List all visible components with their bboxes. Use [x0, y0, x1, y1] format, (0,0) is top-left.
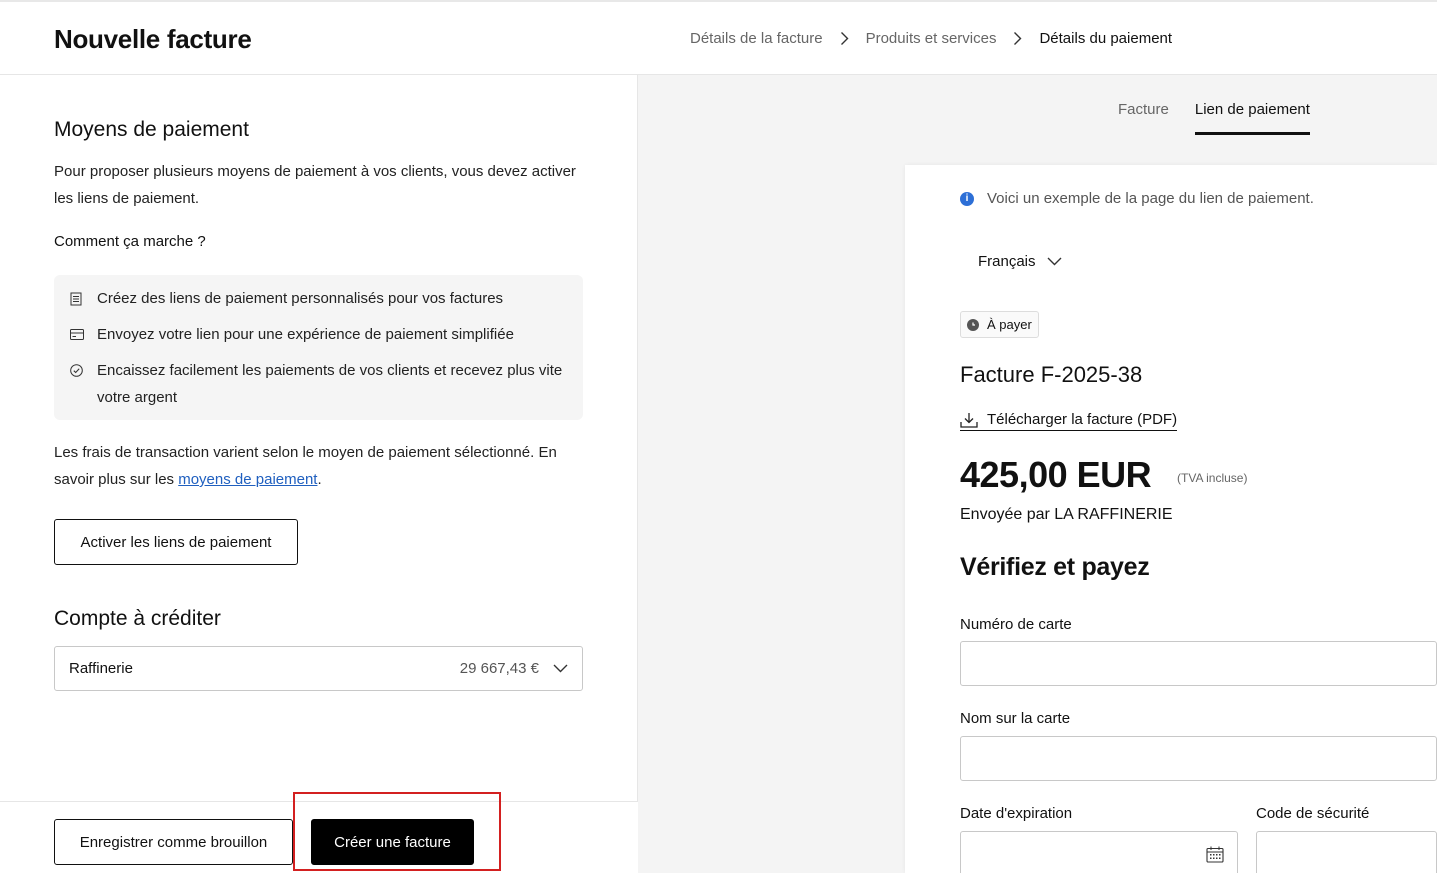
payment-methods-link[interactable]: moyens de paiement	[178, 471, 317, 488]
card-number-label: Numéro de carte	[960, 616, 1072, 633]
status-badge: À payer	[960, 311, 1039, 338]
download-icon	[960, 412, 978, 428]
breadcrumb: Détails de la facture Produits et servic…	[690, 30, 1172, 47]
payment-methods-title: Moyens de paiement	[54, 118, 249, 141]
chevron-right-icon	[1013, 31, 1022, 46]
footer: Enregistrer comme brouillon Créer une fa…	[0, 801, 638, 873]
create-invoice-button[interactable]: Créer une facture	[311, 819, 474, 865]
account-balance: 29 667,43 €	[459, 660, 539, 677]
left-panel: Moyens de paiement Pour proposer plusieu…	[0, 75, 638, 873]
step-text: Créez des liens de paiement personnalisé…	[97, 290, 504, 307]
download-text: Télécharger la facture (PDF)	[987, 411, 1178, 428]
fees-text-end: .	[317, 471, 322, 488]
right-panel: Facture Lien de paiement i Voici un exem…	[638, 75, 1437, 873]
tab-payment-link[interactable]: Lien de paiement	[1194, 101, 1310, 135]
chevron-down-icon	[553, 664, 568, 673]
clock-icon	[967, 318, 979, 331]
list-item: Envoyez votre lien pour une expérience d…	[70, 321, 567, 348]
account-select[interactable]: Raffinerie 29 667,43 €	[54, 646, 583, 691]
step-text: Encaissez facilement les paiements de vo…	[97, 362, 563, 406]
activate-payment-links-button[interactable]: Activer les liens de paiement	[54, 519, 298, 565]
invoice-title: Facture F-2025-38	[960, 362, 1143, 387]
breadcrumb-payment-details[interactable]: Détails du paiement	[1039, 30, 1172, 47]
download-pdf-link[interactable]: Télécharger la facture (PDF)	[960, 411, 1178, 431]
header: Nouvelle facture Détails de la facture P…	[0, 2, 1437, 75]
invoice-sender: Envoyée par LA RAFFINERIE	[960, 506, 1173, 523]
expiry-label: Date d'expiration	[960, 805, 1073, 822]
save-draft-button[interactable]: Enregistrer comme brouillon	[54, 819, 293, 865]
step-text: Envoyez votre lien pour une expérience d…	[97, 326, 514, 343]
status-text: À payer	[987, 317, 1032, 332]
page-title: Nouvelle facture	[54, 24, 252, 54]
expiry-input[interactable]	[960, 831, 1238, 873]
list-item: Créez des liens de paiement personnalisé…	[70, 285, 567, 312]
payment-methods-intro: Pour proposer plusieurs moyens de paieme…	[54, 163, 576, 207]
cvc-label: Code de sécurité	[1256, 805, 1370, 822]
language-select[interactable]: Français	[978, 253, 1062, 270]
preview-tabs: Facture Lien de paiement	[1118, 101, 1310, 135]
notice-text: Voici un exemple de la page du lien de p…	[987, 190, 1314, 207]
how-it-works-box: Créez des liens de paiement personnalisé…	[54, 275, 583, 420]
fees-text: Les frais de transaction varient selon l…	[54, 439, 594, 493]
calendar-icon[interactable]	[1206, 846, 1224, 868]
chevron-right-icon	[840, 31, 849, 46]
card-icon	[70, 321, 84, 348]
account-name: Raffinerie	[69, 660, 133, 677]
chevron-down-icon	[1047, 257, 1062, 266]
list-item: Encaissez facilement les paiements de vo…	[70, 357, 567, 411]
breadcrumb-products-services[interactable]: Produits et services	[866, 30, 997, 47]
payment-link-preview: i Voici un exemple de la page du lien de…	[905, 165, 1437, 873]
cvc-input[interactable]	[1256, 831, 1437, 873]
verify-pay-title: Vérifiez et payez	[960, 553, 1150, 581]
how-it-works-title: Comment ça marche ?	[54, 233, 206, 250]
card-name-label: Nom sur la carte	[960, 710, 1071, 727]
tab-invoice[interactable]: Facture	[1118, 101, 1169, 135]
card-name-input[interactable]	[960, 736, 1437, 781]
tva-note: (TVA incluse)	[1177, 471, 1248, 485]
document-icon	[70, 285, 84, 312]
card-number-input[interactable]	[960, 641, 1437, 686]
invoice-amount: 425,00 EUR	[960, 454, 1152, 495]
breadcrumb-invoice-details[interactable]: Détails de la facture	[690, 30, 823, 47]
account-title: Compte à créditer	[54, 607, 221, 630]
check-circle-icon	[70, 357, 84, 384]
language-label: Français	[978, 253, 1036, 270]
info-icon: i	[960, 191, 974, 206]
preview-notice: i Voici un exemple de la page du lien de…	[960, 190, 1314, 207]
